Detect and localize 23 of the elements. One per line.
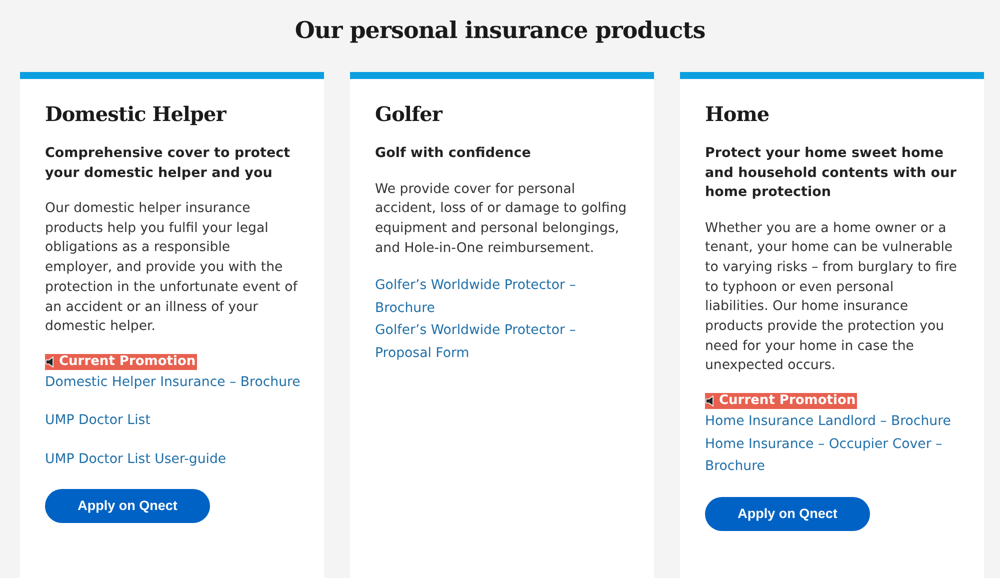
- document-link[interactable]: Home Insurance – Occupier Cover – Brochure: [705, 434, 961, 479]
- card-title: Golfer: [375, 101, 442, 128]
- card-description: Our domestic helper insurance products help you fulfil your legal obligations as a responsible employer, and provide you with the protection in the unfortunate event of an accident or an illness of your domestic helper.: [45, 200, 299, 336]
- card-subtitle: Comprehensive cover to protect your domestic helper and you: [45, 144, 292, 182]
- card-subtitle: Protect your home sweet home and household contents with our home protection: [705, 144, 958, 202]
- card-description: Whether you are a home owner or a tenant, your home can be vulnerable to varying risks – from burglary to fire to typhoon or even personal liabilities. Our home insurance products provide the protection you need for your home in case the unexpected occurs.: [705, 220, 958, 376]
- card-title: Domestic Helper: [45, 101, 226, 128]
- document-link[interactable]: UMP Doctor List User-guide: [45, 448, 301, 472]
- promotion-badge: Current Promotion: [705, 393, 857, 410]
- promotion-badge: Current Promotion: [45, 354, 197, 370]
- card-subtitle: Golf with confidence: [375, 144, 532, 163]
- document-link[interactable]: Home Insurance Landlord – Brochure: [705, 411, 961, 434]
- document-link[interactable]: UMP Doctor List: [45, 410, 301, 433]
- speaker-icon: [45, 356, 55, 368]
- document-link[interactable]: Domestic Helper Insurance – Brochure: [45, 372, 301, 394]
- document-link[interactable]: Golfer’s Worldwide Protector – Brochure: [375, 275, 631, 320]
- document-link[interactable]: Golfer’s Worldwide Protector – Proposal Form: [375, 320, 631, 366]
- speaker-icon: [705, 395, 715, 408]
- card-description: We provide cover for personal accident, loss of or damage to golfing equipment and personal belongings, and Hole-in-One reimbursement.: [375, 180, 628, 258]
- apply-button[interactable]: Apply on Qnect: [45, 489, 210, 524]
- card-title: Home: [705, 101, 770, 128]
- page-title: Our personal insurance products: [294, 16, 706, 46]
- apply-button[interactable]: Apply on Qnect: [705, 496, 870, 531]
